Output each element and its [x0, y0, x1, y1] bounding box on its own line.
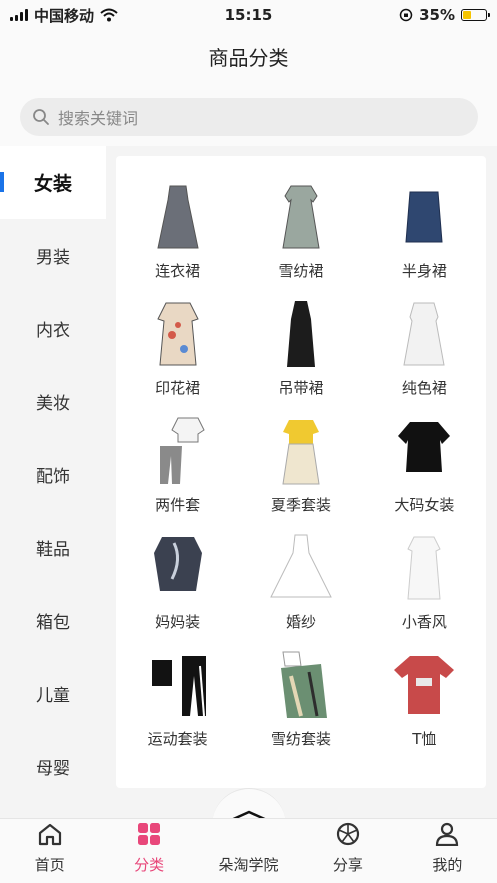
category-item-label: 两件套 — [155, 496, 201, 514]
sidebar-item-7[interactable]: 儿童 — [0, 657, 106, 730]
search-icon — [33, 109, 49, 125]
category-icon — [136, 822, 162, 854]
category-item-label: 印花裙 — [155, 379, 201, 397]
category-item-label: T恤 — [412, 730, 437, 748]
category-item[interactable]: 连衣裙 — [116, 178, 239, 295]
category-item[interactable]: T恤 — [363, 646, 486, 763]
category-item-label: 婚纱 — [285, 613, 316, 631]
bottom-tab-bar: 首页 分类 朵淘学院 分享 我的 — [0, 818, 497, 883]
dress-icon — [138, 178, 218, 256]
sidebar-item-3[interactable]: 美妆 — [0, 365, 106, 438]
share-icon — [335, 822, 361, 854]
category-item-label: 大码女装 — [394, 496, 455, 514]
tab-graduation-cap[interactable]: 朵淘学院 — [199, 819, 298, 883]
category-item[interactable]: 妈妈装 — [116, 529, 239, 646]
category-item[interactable]: 大码女装 — [363, 412, 486, 529]
summer-set-icon — [261, 412, 341, 490]
category-item[interactable]: 两件套 — [116, 412, 239, 529]
signal-icon — [10, 9, 28, 21]
search-placeholder: 搜索关键词 — [58, 109, 139, 128]
category-item-label: 连衣裙 — [155, 262, 201, 280]
sidebar-item-5[interactable]: 鞋品 — [0, 511, 106, 584]
tshirt-icon — [384, 646, 464, 724]
sidebar-item-2[interactable]: 内衣 — [0, 292, 106, 365]
wifi-icon — [100, 8, 118, 22]
tab-profile[interactable]: 我的 — [398, 819, 497, 883]
page-title: 商品分类 — [208, 45, 289, 70]
sidebar-item-label: 鞋品 — [36, 540, 70, 560]
sidebar-item-1[interactable]: 男装 — [0, 219, 106, 292]
tab-share[interactable]: 分享 — [298, 819, 397, 883]
sidebar-item-label: 美妆 — [36, 394, 70, 414]
graduation-cap-icon — [236, 822, 262, 854]
sidebar-item-label: 箱包 — [36, 613, 70, 633]
category-item-label: 夏季套装 — [270, 496, 331, 514]
sidebar-item-label: 母婴 — [36, 759, 70, 779]
tab-home[interactable]: 首页 — [0, 819, 99, 883]
category-item-label: 吊带裙 — [278, 379, 324, 397]
slip-dress-icon — [261, 295, 341, 373]
tab-label: 分享 — [332, 856, 363, 874]
category-item[interactable]: 印花裙 — [116, 295, 239, 412]
product-grid: 连衣裙 雪纺裙 半身裙印花裙 吊带裙 纯色裙两件套 夏季套装 大码女装妈妈装 婚纱 小香风运动套… — [116, 156, 486, 763]
plus-size-icon — [384, 412, 464, 490]
category-item[interactable]: 夏季套装 — [239, 412, 362, 529]
category-item[interactable]: 运动套装 — [116, 646, 239, 763]
tab-category[interactable]: 分类 — [99, 819, 198, 883]
sidebar-item-label: 男装 — [36, 248, 70, 268]
sidebar-item-label: 配饰 — [36, 467, 70, 487]
page-title-bar: 商品分类 — [0, 30, 497, 82]
category-item[interactable]: 雪纺套装 — [239, 646, 362, 763]
product-category-panel: 连衣裙 雪纺裙 半身裙印花裙 吊带裙 纯色裙两件套 夏季套装 大码女装妈妈装 婚纱 小香风运动套… — [116, 156, 486, 788]
tweed-dress-icon — [384, 529, 464, 607]
sidebar-item-label: 女装 — [33, 173, 72, 195]
tab-label: 我的 — [432, 856, 463, 874]
category-item[interactable]: 半身裙 — [363, 178, 486, 295]
profile-icon — [434, 822, 460, 854]
category-item[interactable]: 雪纺裙 — [239, 178, 362, 295]
sidebar-item-label: 儿童 — [36, 686, 70, 706]
sidebar-item-4[interactable]: 配饰 — [0, 438, 106, 511]
sidebar-item-6[interactable]: 箱包 — [0, 584, 106, 657]
category-item-label: 运动套装 — [147, 730, 208, 748]
chiffon-set-icon — [261, 646, 341, 724]
category-item-label: 纯色裙 — [401, 379, 447, 397]
category-item[interactable]: 吊带裙 — [239, 295, 362, 412]
search-area: 搜索关键词 — [0, 82, 497, 146]
sidebar-item-8[interactable]: 母婴 — [0, 730, 106, 803]
category-item[interactable]: 婚纱 — [239, 529, 362, 646]
category-item-label: 妈妈装 — [155, 613, 201, 631]
category-item[interactable]: 纯色裙 — [363, 295, 486, 412]
battery-icon — [461, 9, 490, 21]
category-item-label: 雪纺套装 — [270, 730, 331, 748]
solid-dress-icon — [384, 295, 464, 373]
status-time: 15:15 — [224, 6, 273, 24]
sidebar-item-0[interactable]: 女装 — [0, 146, 106, 219]
status-bar: 中国移动 15:15 35% — [0, 0, 497, 30]
tab-label: 朵淘学院 — [218, 856, 279, 874]
category-sidebar: 女装男装内衣美妆配饰鞋品箱包儿童母婴 — [0, 146, 106, 816]
orientation-lock-icon — [399, 8, 413, 22]
battery-percent: 35% — [419, 6, 455, 24]
search-input[interactable]: 搜索关键词 — [20, 98, 478, 136]
skirt-icon — [384, 178, 464, 256]
category-item-label: 雪纺裙 — [278, 262, 324, 280]
wedding-dress-icon — [261, 529, 341, 607]
mom-wear-icon — [138, 529, 218, 607]
tab-label: 首页 — [34, 856, 65, 874]
print-dress-icon — [138, 295, 218, 373]
category-item-label: 小香风 — [401, 613, 447, 631]
sportswear-icon — [138, 646, 218, 724]
category-item-label: 半身裙 — [401, 262, 447, 280]
category-item[interactable]: 小香风 — [363, 529, 486, 646]
two-piece-icon — [138, 412, 218, 490]
home-icon — [37, 822, 63, 854]
chiffon-dress-icon — [261, 178, 341, 256]
sidebar-item-label: 内衣 — [36, 321, 70, 341]
tab-label: 分类 — [134, 856, 165, 874]
carrier-name: 中国移动 — [34, 6, 95, 25]
